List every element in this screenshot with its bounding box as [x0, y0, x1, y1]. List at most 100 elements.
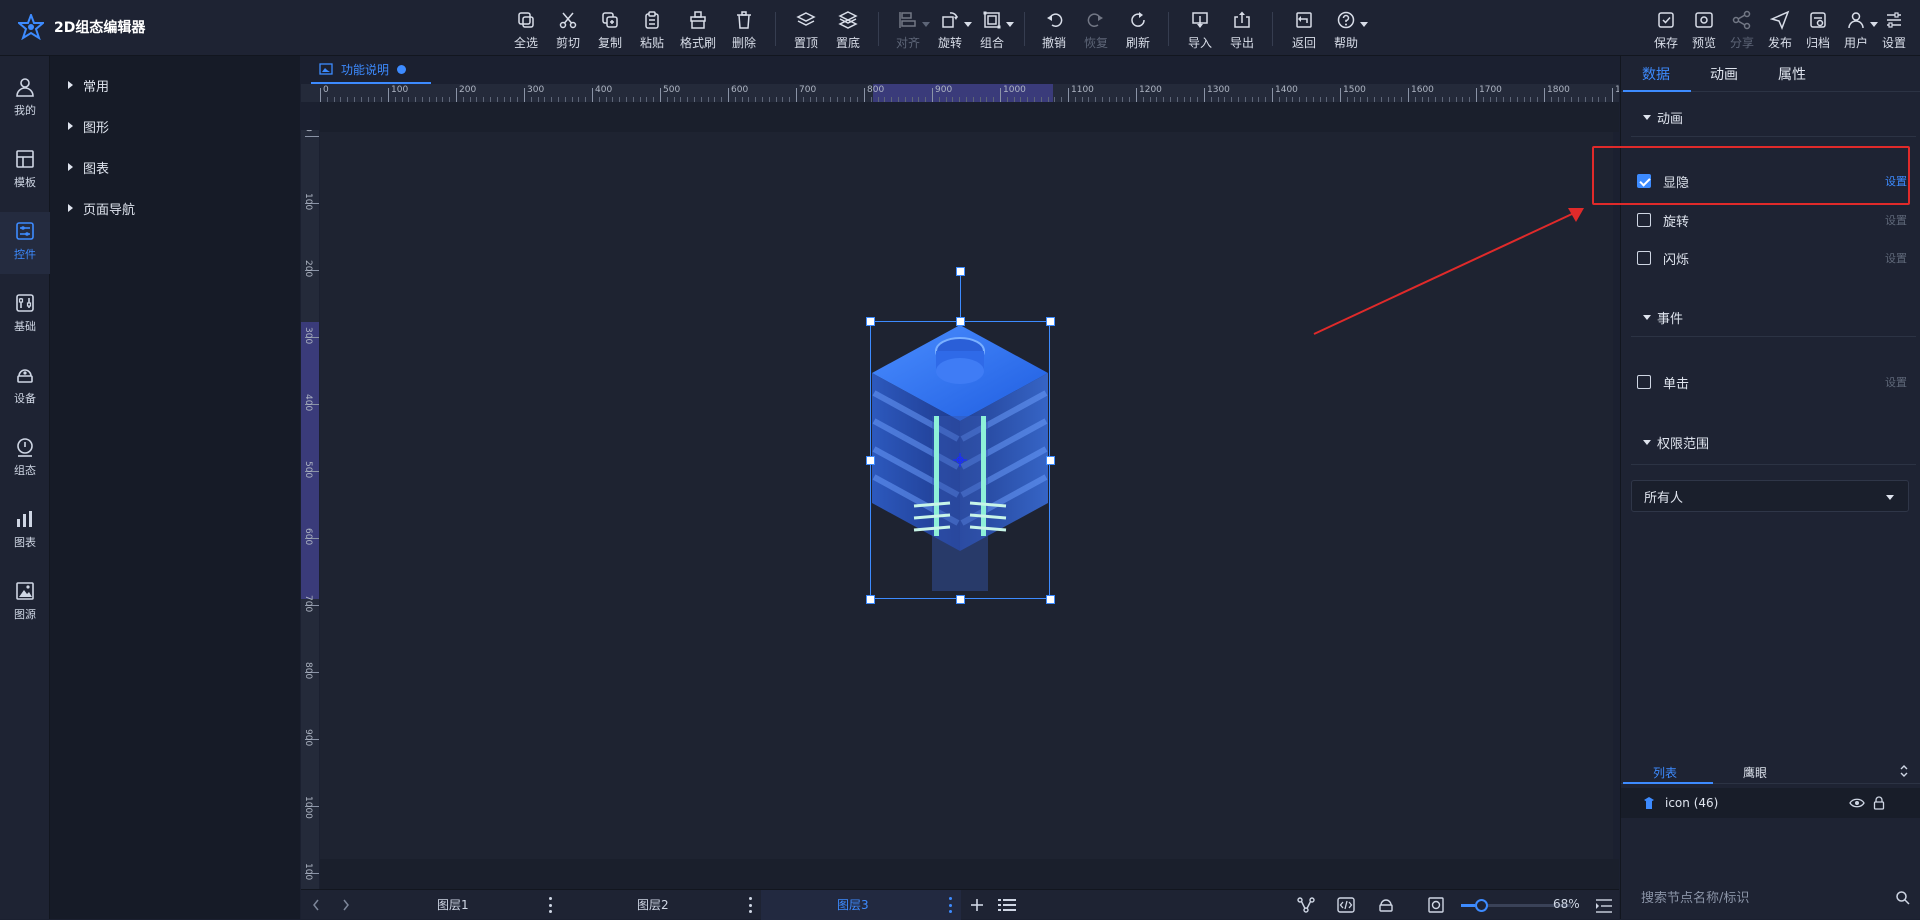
add-layer-icon[interactable]: [969, 897, 985, 913]
connector-icon[interactable]: [1297, 896, 1315, 914]
help-button[interactable]: 帮助: [1326, 6, 1366, 52]
ruler-label: 700: [799, 85, 816, 95]
more-icon[interactable]: [549, 897, 553, 913]
save-button[interactable]: 保存: [1646, 6, 1686, 52]
tab-animation[interactable]: 动画: [1710, 64, 1738, 84]
device-icon: [14, 364, 36, 386]
tab-properties[interactable]: 属性: [1778, 64, 1806, 84]
select-all-button[interactable]: 全选: [506, 6, 546, 52]
tab-eagle-eye[interactable]: 鹰眼: [1743, 764, 1767, 781]
menu-collapse-icon[interactable]: [1595, 898, 1613, 914]
lock-icon[interactable]: [1873, 796, 1885, 810]
blink-settings-link[interactable]: 设置: [1885, 250, 1907, 266]
fit-screen-icon[interactable]: [1427, 896, 1445, 914]
redo-button[interactable]: 恢复: [1076, 6, 1116, 52]
zoom-slider-handle[interactable]: [1475, 899, 1488, 912]
node-list-item[interactable]: icon (46): [1621, 788, 1920, 818]
click-checkbox[interactable]: [1637, 375, 1651, 389]
brush-icon: [688, 10, 708, 30]
selected-building-object[interactable]: [870, 321, 1050, 599]
chevron-right-icon[interactable]: [341, 898, 351, 912]
preview-button[interactable]: 预览: [1684, 6, 1724, 52]
publish-button[interactable]: 发布: [1760, 6, 1800, 52]
refresh-button[interactable]: 刷新: [1118, 6, 1158, 52]
export-button[interactable]: 导出: [1222, 6, 1262, 52]
send-icon: [1770, 10, 1790, 30]
rotate-button[interactable]: 旋转: [930, 6, 970, 52]
chevron-left-icon[interactable]: [311, 898, 321, 912]
archive-button[interactable]: 归档: [1798, 6, 1838, 52]
tree-item-page-nav[interactable]: 页面导航: [68, 196, 135, 220]
tab-data[interactable]: 数据: [1642, 64, 1670, 84]
send-bottom-button[interactable]: 置底: [828, 6, 868, 52]
tab-list[interactable]: 列表: [1653, 764, 1677, 781]
tab-document[interactable]: 功能说明: [311, 56, 431, 84]
import-button[interactable]: 导入: [1180, 6, 1220, 52]
layer-tab-2[interactable]: 图层2: [637, 896, 669, 913]
ruler-corner: [301, 84, 320, 102]
resize-handle[interactable]: [1046, 595, 1055, 604]
more-icon[interactable]: [749, 897, 753, 913]
click-settings-link[interactable]: 设置: [1885, 374, 1907, 390]
tree-item-charts[interactable]: 图表: [68, 155, 109, 179]
layer-tab-3[interactable]: 图层3: [837, 896, 869, 913]
device-icon[interactable]: [1377, 896, 1395, 914]
rotate-handle[interactable]: [956, 267, 965, 276]
horizontal-ruler: 0100200300400500600700800900100011001200…: [320, 84, 1619, 102]
export-label: 导出: [1230, 34, 1254, 51]
nav-item-mine[interactable]: 我的: [0, 68, 50, 130]
user-button[interactable]: 用户: [1836, 6, 1876, 52]
rotate-settings-link[interactable]: 设置: [1885, 212, 1907, 228]
section-animation[interactable]: 动画: [1643, 108, 1683, 127]
share-button[interactable]: 分享: [1722, 6, 1762, 52]
section-events[interactable]: 事件: [1643, 308, 1683, 327]
rotate-checkbox[interactable]: [1637, 213, 1651, 227]
resize-handle[interactable]: [956, 595, 965, 604]
nav-item-devices[interactable]: 设备: [0, 356, 50, 418]
resize-handle[interactable]: [866, 456, 875, 465]
send-bottom-label: 置底: [836, 34, 860, 51]
image-icon: [14, 580, 36, 602]
expand-collapse-icon[interactable]: [1899, 764, 1909, 778]
nav-item-config[interactable]: 组态: [0, 428, 50, 490]
bring-top-button[interactable]: 置顶: [786, 6, 826, 52]
layer-tab-1[interactable]: 图层1: [437, 896, 469, 913]
nav-item-basic[interactable]: 基础: [0, 284, 50, 346]
back-button[interactable]: 返回: [1284, 6, 1324, 52]
delete-button[interactable]: 删除: [724, 6, 764, 52]
tree-item-shapes[interactable]: 图形: [68, 114, 109, 138]
code-icon[interactable]: [1337, 896, 1355, 914]
help-label: 帮助: [1334, 34, 1358, 51]
nav-item-charts[interactable]: 图表: [0, 500, 50, 562]
layer-list-icon[interactable]: [997, 897, 1017, 913]
align-button[interactable]: 对齐: [888, 6, 928, 52]
nav-item-templates[interactable]: 模板: [0, 140, 50, 202]
settings-button[interactable]: 设置: [1874, 6, 1914, 52]
cut-button[interactable]: 剪切: [548, 6, 588, 52]
eye-icon[interactable]: [1849, 797, 1865, 809]
blink-checkbox[interactable]: [1637, 251, 1651, 265]
nav-item-image-sources[interactable]: 图源: [0, 572, 50, 634]
search-icon[interactable]: [1895, 890, 1911, 906]
group-button[interactable]: 组合: [972, 6, 1012, 52]
permission-select[interactable]: 所有人: [1631, 480, 1909, 512]
nav-item-controls[interactable]: 控件: [0, 212, 50, 274]
more-icon[interactable]: [949, 897, 953, 913]
ruler-label: 900: [935, 85, 952, 95]
resize-handle[interactable]: [866, 317, 875, 326]
undo-button[interactable]: 撤销: [1034, 6, 1074, 52]
resize-handle[interactable]: [1046, 456, 1055, 465]
resize-handle[interactable]: [866, 595, 875, 604]
format-brush-button[interactable]: 格式刷: [678, 6, 718, 52]
tree-item-common[interactable]: 常用: [68, 73, 109, 97]
ruler-tick: [932, 88, 933, 102]
ruler-label: 500: [303, 461, 313, 478]
tab-document-label: 功能说明: [341, 61, 389, 78]
ruler-label: 500: [663, 85, 680, 95]
node-search-input[interactable]: [1641, 891, 1871, 906]
resize-handle[interactable]: [956, 317, 965, 326]
copy-button[interactable]: 复制: [590, 6, 630, 52]
section-permission[interactable]: 权限范围: [1643, 433, 1709, 452]
paste-button[interactable]: 粘贴: [632, 6, 672, 52]
resize-handle[interactable]: [1046, 317, 1055, 326]
